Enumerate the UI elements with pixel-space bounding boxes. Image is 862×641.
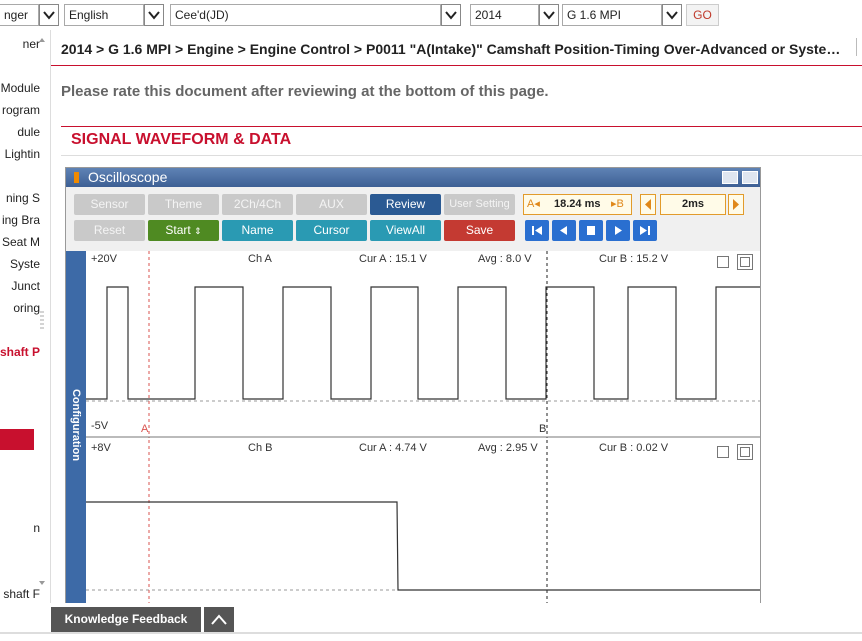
next-frame-icon[interactable] [606,220,630,241]
sidebar-selected-bar [0,429,34,450]
go-button[interactable]: GO [686,4,719,26]
cursor-time-value: 18.24 ms [554,198,601,210]
sidebar-item[interactable]: dule [0,125,40,139]
channel-a-panel: +20V Ch A Cur A : 15.1 V Avg : 8.0 V Cur… [86,251,760,438]
window-controls [718,170,758,189]
model-dropdown-arrow-icon[interactable] [441,4,461,26]
stop-icon[interactable] [579,220,603,241]
sidebar-item[interactable]: rogram [0,103,40,117]
waveform-plot-area: Configuration +20V Ch A Cur A : 15.1 V A… [66,251,760,603]
first-frame-icon[interactable] [525,220,549,241]
timebase-value: 2ms [660,194,726,215]
channel-b-avg: Avg : 2.95 V [478,442,538,454]
start-label: Start [165,223,191,237]
sidebar-item-active[interactable]: shaft P [0,345,40,359]
channel-a-cur-a: Cur A : 15.1 V [359,253,427,265]
review-button[interactable]: Review [370,194,441,215]
make-select[interactable]: nger [0,4,39,26]
channel-a-waveform [86,251,760,438]
model-select[interactable]: Cee'd(JD) [170,4,441,26]
channel-a-label: Ch A [248,253,272,265]
channel-a-checkbox[interactable] [717,256,729,268]
theme-button[interactable]: Theme [148,194,219,215]
sidebar-item[interactable]: oring [0,301,40,315]
restore-icon[interactable] [722,171,738,184]
language-select[interactable]: English [64,4,144,26]
cursor-a-label: A [141,423,149,435]
footer-rule [0,632,862,634]
sidebar-item[interactable]: Module [0,81,40,95]
name-button[interactable]: Name [222,220,293,241]
channel-b-panel: +8V Ch B Cur A : 4.74 V Avg : 2.95 V Cur… [86,440,760,603]
last-frame-icon[interactable] [633,220,657,241]
viewall-button[interactable]: ViewAll [370,220,441,241]
sidebar-item[interactable]: ing Bra [0,213,40,227]
section-underline [61,155,862,156]
oscilloscope-app-icon [74,172,79,183]
channel-a-cur-b: Cur B : 15.2 V [599,253,669,265]
configuration-tab[interactable]: Configuration [66,251,86,603]
oscilloscope-panel: Oscilloscope Sensor Theme 2Ch/4Ch AUX Re… [65,167,761,603]
channel-b-max: +8V [91,442,111,454]
oscilloscope-title: Oscilloscope [88,169,168,185]
user-setting-button[interactable]: User Setting [444,194,515,215]
sidebar-item[interactable]: ning S [0,191,40,205]
start-button[interactable]: Start ⇕ [148,220,219,241]
previous-frame-icon[interactable] [552,220,576,241]
sidebar-item[interactable]: shaft F [0,587,40,601]
sidebar-item[interactable]: Syste [0,257,40,271]
timebase-decrease-button[interactable] [640,194,656,215]
configuration-label: Configuration [70,388,82,462]
channel-a-expand-icon[interactable] [737,254,753,270]
channel-mode-button[interactable]: 2Ch/4Ch [222,194,293,215]
section-title: SIGNAL WAVEFORM & DATA [71,131,292,148]
menu-icon[interactable] [742,171,758,184]
sensor-button[interactable]: Sensor [74,194,145,215]
vehicle-selector-bar: nger English Cee'd(JD) 2014 G 1.6 MPI GO [0,0,862,30]
channel-a-min: -5V [91,420,109,432]
channel-b-waveform [86,440,760,603]
year-select[interactable]: 2014 [470,4,539,26]
cursor-button[interactable]: Cursor [296,220,367,241]
sidebar-item[interactable]: Lightin [0,147,40,161]
channel-a-max: +20V [91,253,117,265]
cursor-b-label: B [539,423,547,435]
section-rule [61,126,862,127]
engine-dropdown-arrow-icon[interactable] [662,4,682,26]
knowledge-feedback-button[interactable]: Knowledge Feedback [51,607,201,632]
expand-up-icon[interactable] [204,607,234,632]
cursor-a-marker: A◂ [527,198,540,210]
document-content: 2014 > G 1.6 MPI > Engine > Engine Contr… [51,30,862,603]
rate-notice: Please rate this document after reviewin… [61,83,549,100]
reset-button[interactable]: Reset [74,220,145,241]
engine-select[interactable]: G 1.6 MPI [562,4,662,26]
sidebar-item[interactable]: n [0,521,40,535]
sidebar-item[interactable]: Junct [0,279,40,293]
save-button[interactable]: Save [444,220,515,241]
breadcrumb-rule [51,65,862,66]
sidebar-item[interactable]: ner [0,37,40,51]
sidebar: ner Module rogram dule Lightin ning S in… [0,30,51,603]
cursor-b-marker: ▸B [611,198,624,210]
cursor-time-readout: A◂ 18.24 ms ▸B [523,194,632,215]
channel-b-cur-a: Cur A : 4.74 V [359,442,427,454]
channel-b-cur-b: Cur B : 0.02 V [599,442,669,454]
breadcrumb-divider [856,38,862,56]
start-spinner-icon: ⇕ [194,226,202,236]
channel-b-checkbox[interactable] [717,446,729,458]
sidebar-scrollbar[interactable] [38,36,46,586]
language-dropdown-arrow-icon[interactable] [144,4,164,26]
oscilloscope-titlebar: Oscilloscope [66,168,760,187]
breadcrumb: 2014 > G 1.6 MPI > Engine > Engine Contr… [61,41,851,57]
aux-button[interactable]: AUX [296,194,367,215]
sidebar-item[interactable]: Seat M [0,235,40,249]
year-dropdown-arrow-icon[interactable] [539,4,559,26]
make-dropdown-arrow-icon[interactable] [39,4,59,26]
channel-b-expand-icon[interactable] [737,444,753,460]
channel-b-label: Ch B [248,442,273,454]
channel-a-avg: Avg : 8.0 V [478,253,532,265]
timebase-increase-button[interactable] [728,194,744,215]
